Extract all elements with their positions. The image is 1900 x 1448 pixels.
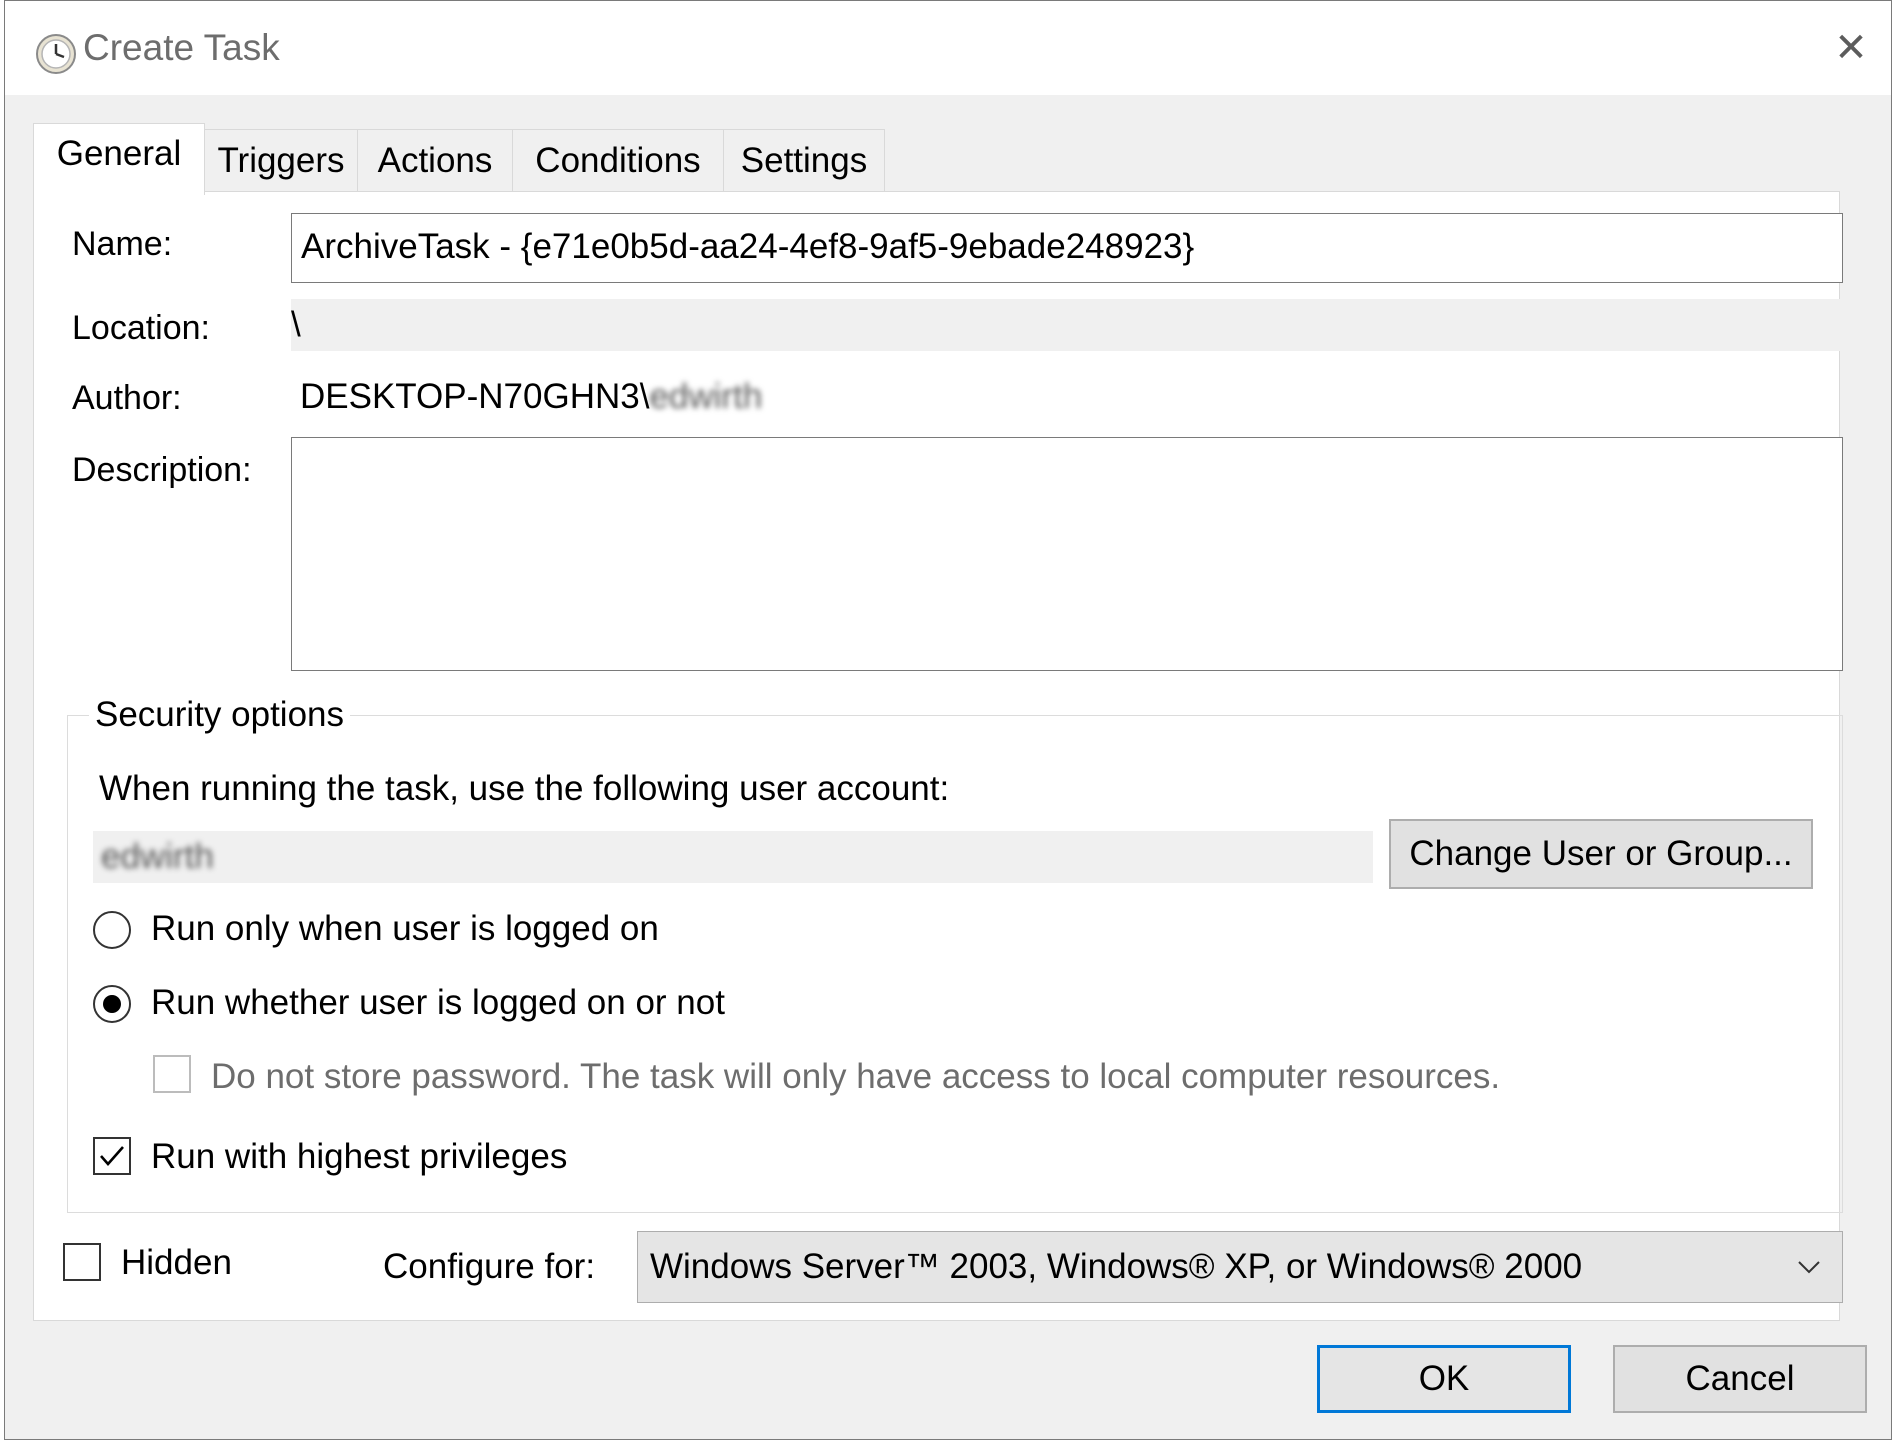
location-value: \	[291, 299, 1843, 351]
checkmark-icon	[100, 1146, 124, 1166]
author-domain: DESKTOP-N70GHN3\	[300, 377, 650, 416]
title-bar[interactable]: Create Task ✕	[5, 1, 1891, 95]
tab-settings[interactable]: Settings	[723, 129, 885, 191]
run-only-logged-on-radio[interactable]	[93, 911, 131, 949]
run-highest-privileges-checkbox[interactable]	[93, 1137, 131, 1175]
tab-triggers[interactable]: Triggers	[204, 129, 358, 191]
cancel-button[interactable]: Cancel	[1613, 1345, 1867, 1413]
run-highest-privileges-label[interactable]: Run with highest privileges	[151, 1137, 567, 1177]
user-account-field: edwirth	[93, 831, 1373, 883]
tab-actions[interactable]: Actions	[357, 129, 513, 191]
security-options-title: Security options	[89, 695, 351, 735]
author-label: Author:	[72, 379, 182, 417]
hidden-label[interactable]: Hidden	[121, 1243, 232, 1283]
hidden-checkbox[interactable]	[63, 1243, 101, 1281]
create-task-dialog: Create Task ✕ General Triggers Actions C…	[4, 0, 1892, 1440]
name-input[interactable]: ArchiveTask - {e71e0b5d-aa24-4ef8-9af5-9…	[291, 213, 1843, 283]
location-label: Location:	[72, 309, 210, 347]
do-not-store-password-checkbox[interactable]	[153, 1055, 191, 1093]
author-value: DESKTOP-N70GHN3\edwirth	[300, 377, 762, 417]
description-label: Description:	[72, 451, 252, 489]
run-only-logged-on-label[interactable]: Run only when user is logged on	[151, 909, 659, 949]
configure-for-value: Windows Server™ 2003, Windows® XP, or Wi…	[650, 1247, 1583, 1286]
task-scheduler-clock-icon	[36, 34, 76, 74]
account-prompt: When running the task, use the following…	[99, 769, 950, 808]
chevron-down-icon	[1798, 1261, 1820, 1274]
run-whether-logged-on-label[interactable]: Run whether user is logged on or not	[151, 983, 725, 1023]
window-title: Create Task	[83, 27, 280, 68]
tab-conditions[interactable]: Conditions	[512, 129, 724, 191]
author-username-redacted: edwirth	[649, 377, 763, 416]
configure-for-label: Configure for:	[383, 1247, 596, 1286]
tab-general[interactable]: General	[33, 123, 205, 195]
ok-button[interactable]: OK	[1317, 1345, 1571, 1413]
user-account-redacted: edwirth	[101, 837, 214, 876]
do-not-store-password-label[interactable]: Do not store password. The task will onl…	[211, 1057, 1500, 1097]
run-whether-logged-on-radio[interactable]	[93, 985, 131, 1023]
change-user-or-group-button[interactable]: Change User or Group...	[1389, 819, 1813, 889]
close-icon[interactable]: ✕	[1811, 1, 1891, 95]
name-label: Name:	[72, 225, 173, 263]
description-textarea[interactable]	[291, 437, 1843, 671]
configure-for-select[interactable]: Windows Server™ 2003, Windows® XP, or Wi…	[637, 1231, 1843, 1303]
